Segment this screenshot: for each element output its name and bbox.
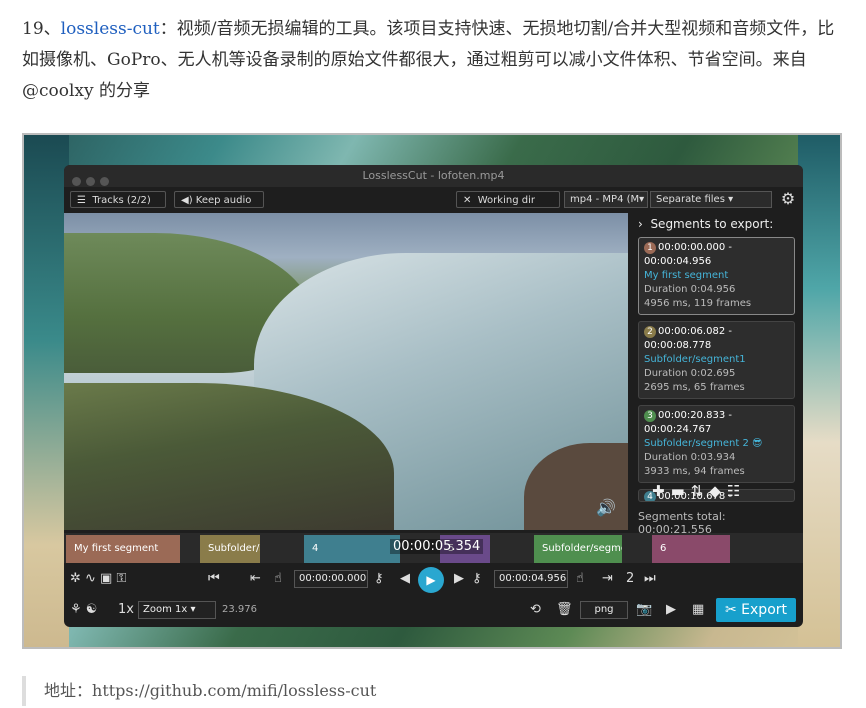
next-frame-icon[interactable]: ▶ — [454, 570, 464, 588]
item-number: 19、 — [22, 19, 61, 39]
tracks-button[interactable]: ☰ Tracks (2/2) — [70, 191, 166, 208]
video-preview[interactable]: 🔊 — [64, 213, 628, 530]
gear-icon[interactable]: ⚙ — [779, 190, 797, 208]
segment-tools[interactable]: ✚▬⇅◆☷ — [652, 482, 746, 500]
current-time: 00:00:05.354 — [390, 539, 484, 554]
set-end-icon[interactable]: ☝ — [576, 570, 584, 588]
segment-number-badge: 3 — [644, 410, 656, 422]
timeline[interactable]: My first segment Subfolder/se 4 5 Subfol… — [64, 533, 803, 563]
volume-icon[interactable]: 🔊 — [596, 498, 616, 517]
format-select[interactable]: mp4 - MP4 (M▾ — [564, 191, 648, 208]
set-start-icon[interactable]: ☝ — [274, 570, 282, 588]
segments-panel-title: › Segments to export: — [638, 217, 774, 231]
timeline-segment-1[interactable]: My first segment — [66, 535, 180, 563]
losslesscut-window: LosslessCut - lofoten.mp4 ☰ Tracks (2/2)… — [64, 165, 803, 627]
calendar-icon[interactable]: ▦ — [692, 601, 704, 619]
timeline-segment-4[interactable]: 4 — [304, 535, 400, 563]
segment-card[interactable]: 3 00:00:20.833 - 00:00:24.767 Subfolder/s… — [638, 405, 795, 483]
address-url[interactable]: https://github.com/mifi/lossless-cut — [92, 681, 376, 700]
flag-icon[interactable]: ▶ — [666, 601, 676, 619]
speed-label: 1x — [118, 602, 134, 617]
timeline-segment-3[interactable]: Subfolder/segmer — [534, 535, 622, 563]
output-mode-label: Separate files — [656, 194, 725, 205]
screenshot-format-select[interactable]: png — [580, 601, 628, 619]
screenshot-frame: LosslessCut - lofoten.mp4 ☰ Tracks (2/2)… — [22, 133, 842, 649]
timeline-segment-6[interactable]: 6 — [652, 535, 730, 563]
settings-icons[interactable]: ✲ ∿ ▣ ⚿ — [70, 570, 126, 588]
skip-start-icon[interactable]: ⏮ — [208, 570, 220, 588]
camera-icon[interactable]: 📷 — [636, 601, 652, 619]
address-label: 地址： — [44, 681, 93, 700]
misc-icons[interactable]: ⚘ ☯ — [70, 601, 97, 619]
tracks-label: Tracks (2/2) — [92, 195, 151, 206]
window-title: LosslessCut - lofoten.mp4 — [362, 169, 505, 182]
title-bar: LosslessCut - lofoten.mp4 — [64, 165, 803, 187]
keyframe-icon[interactable]: ⚷ — [472, 570, 482, 588]
segment-count: 2 — [626, 571, 635, 586]
address-footer: 地址：https://github.com/mifi/lossless-cut — [22, 676, 842, 706]
segments-panel: › Segments to export: 1 00:00:00.000 - 00… — [630, 213, 803, 536]
segment-number-badge: 2 — [644, 326, 656, 338]
rotate-icon[interactable]: ⟲ — [530, 601, 541, 619]
segment-card[interactable]: 1 00:00:00.000 - 00:00:04.956 My first se… — [638, 237, 795, 315]
working-dir-button[interactable]: ✕ Working dir set — [456, 191, 560, 223]
fps-label: 23.976 — [222, 604, 257, 615]
keep-audio-button[interactable]: ◀) Keep audio — [174, 191, 264, 208]
bottom-bar: ⚘ ☯ 1x Zoom 1x ▾ 23.976 ⟲ 🗑 png 📷 ▶ ▦ ✂ … — [64, 597, 803, 625]
output-mode-select[interactable]: Separate files ▾ — [650, 191, 772, 208]
key-icon[interactable]: ⚷ — [374, 570, 384, 588]
project-link[interactable]: lossless-cut — [61, 19, 160, 39]
timeline-segment-2[interactable]: Subfolder/se — [200, 535, 260, 563]
zoom-select[interactable]: Zoom 1x ▾ — [138, 601, 216, 619]
end-time-field[interactable]: 00:00:04.956 — [494, 570, 568, 588]
start-time-field[interactable]: 00:00:00.000 — [294, 570, 368, 588]
skip-end-icon[interactable]: ⏭ — [644, 570, 656, 588]
segment-number-badge: 1 — [644, 242, 656, 254]
playback-controls: ✲ ∿ ▣ ⚿ ⏮ ⇤ ☝ 00:00:00.000 ⚷ ◀ ▶ ▶ ⚷ 00:… — [64, 565, 803, 593]
trash-icon[interactable]: 🗑 — [556, 601, 573, 619]
prev-frame-icon[interactable]: ◀ — [400, 570, 410, 588]
segment-card[interactable]: 2 00:00:06.082 - 00:00:08.778 Subfolder/s… — [638, 321, 795, 399]
jump-start-icon[interactable]: ⇤ — [250, 570, 261, 588]
intro-paragraph: 19、lossless-cut：视频/音频无损编辑的工具。该项目支持快速、无损地… — [22, 14, 844, 107]
jump-end-icon[interactable]: ⇥ — [602, 570, 613, 588]
keep-audio-label: Keep audio — [195, 195, 252, 206]
play-button[interactable]: ▶ — [418, 567, 444, 593]
export-button[interactable]: ✂ Export — [716, 598, 796, 622]
toolbar: ☰ Tracks (2/2) ◀) Keep audio ✕ Working d… — [64, 187, 803, 223]
